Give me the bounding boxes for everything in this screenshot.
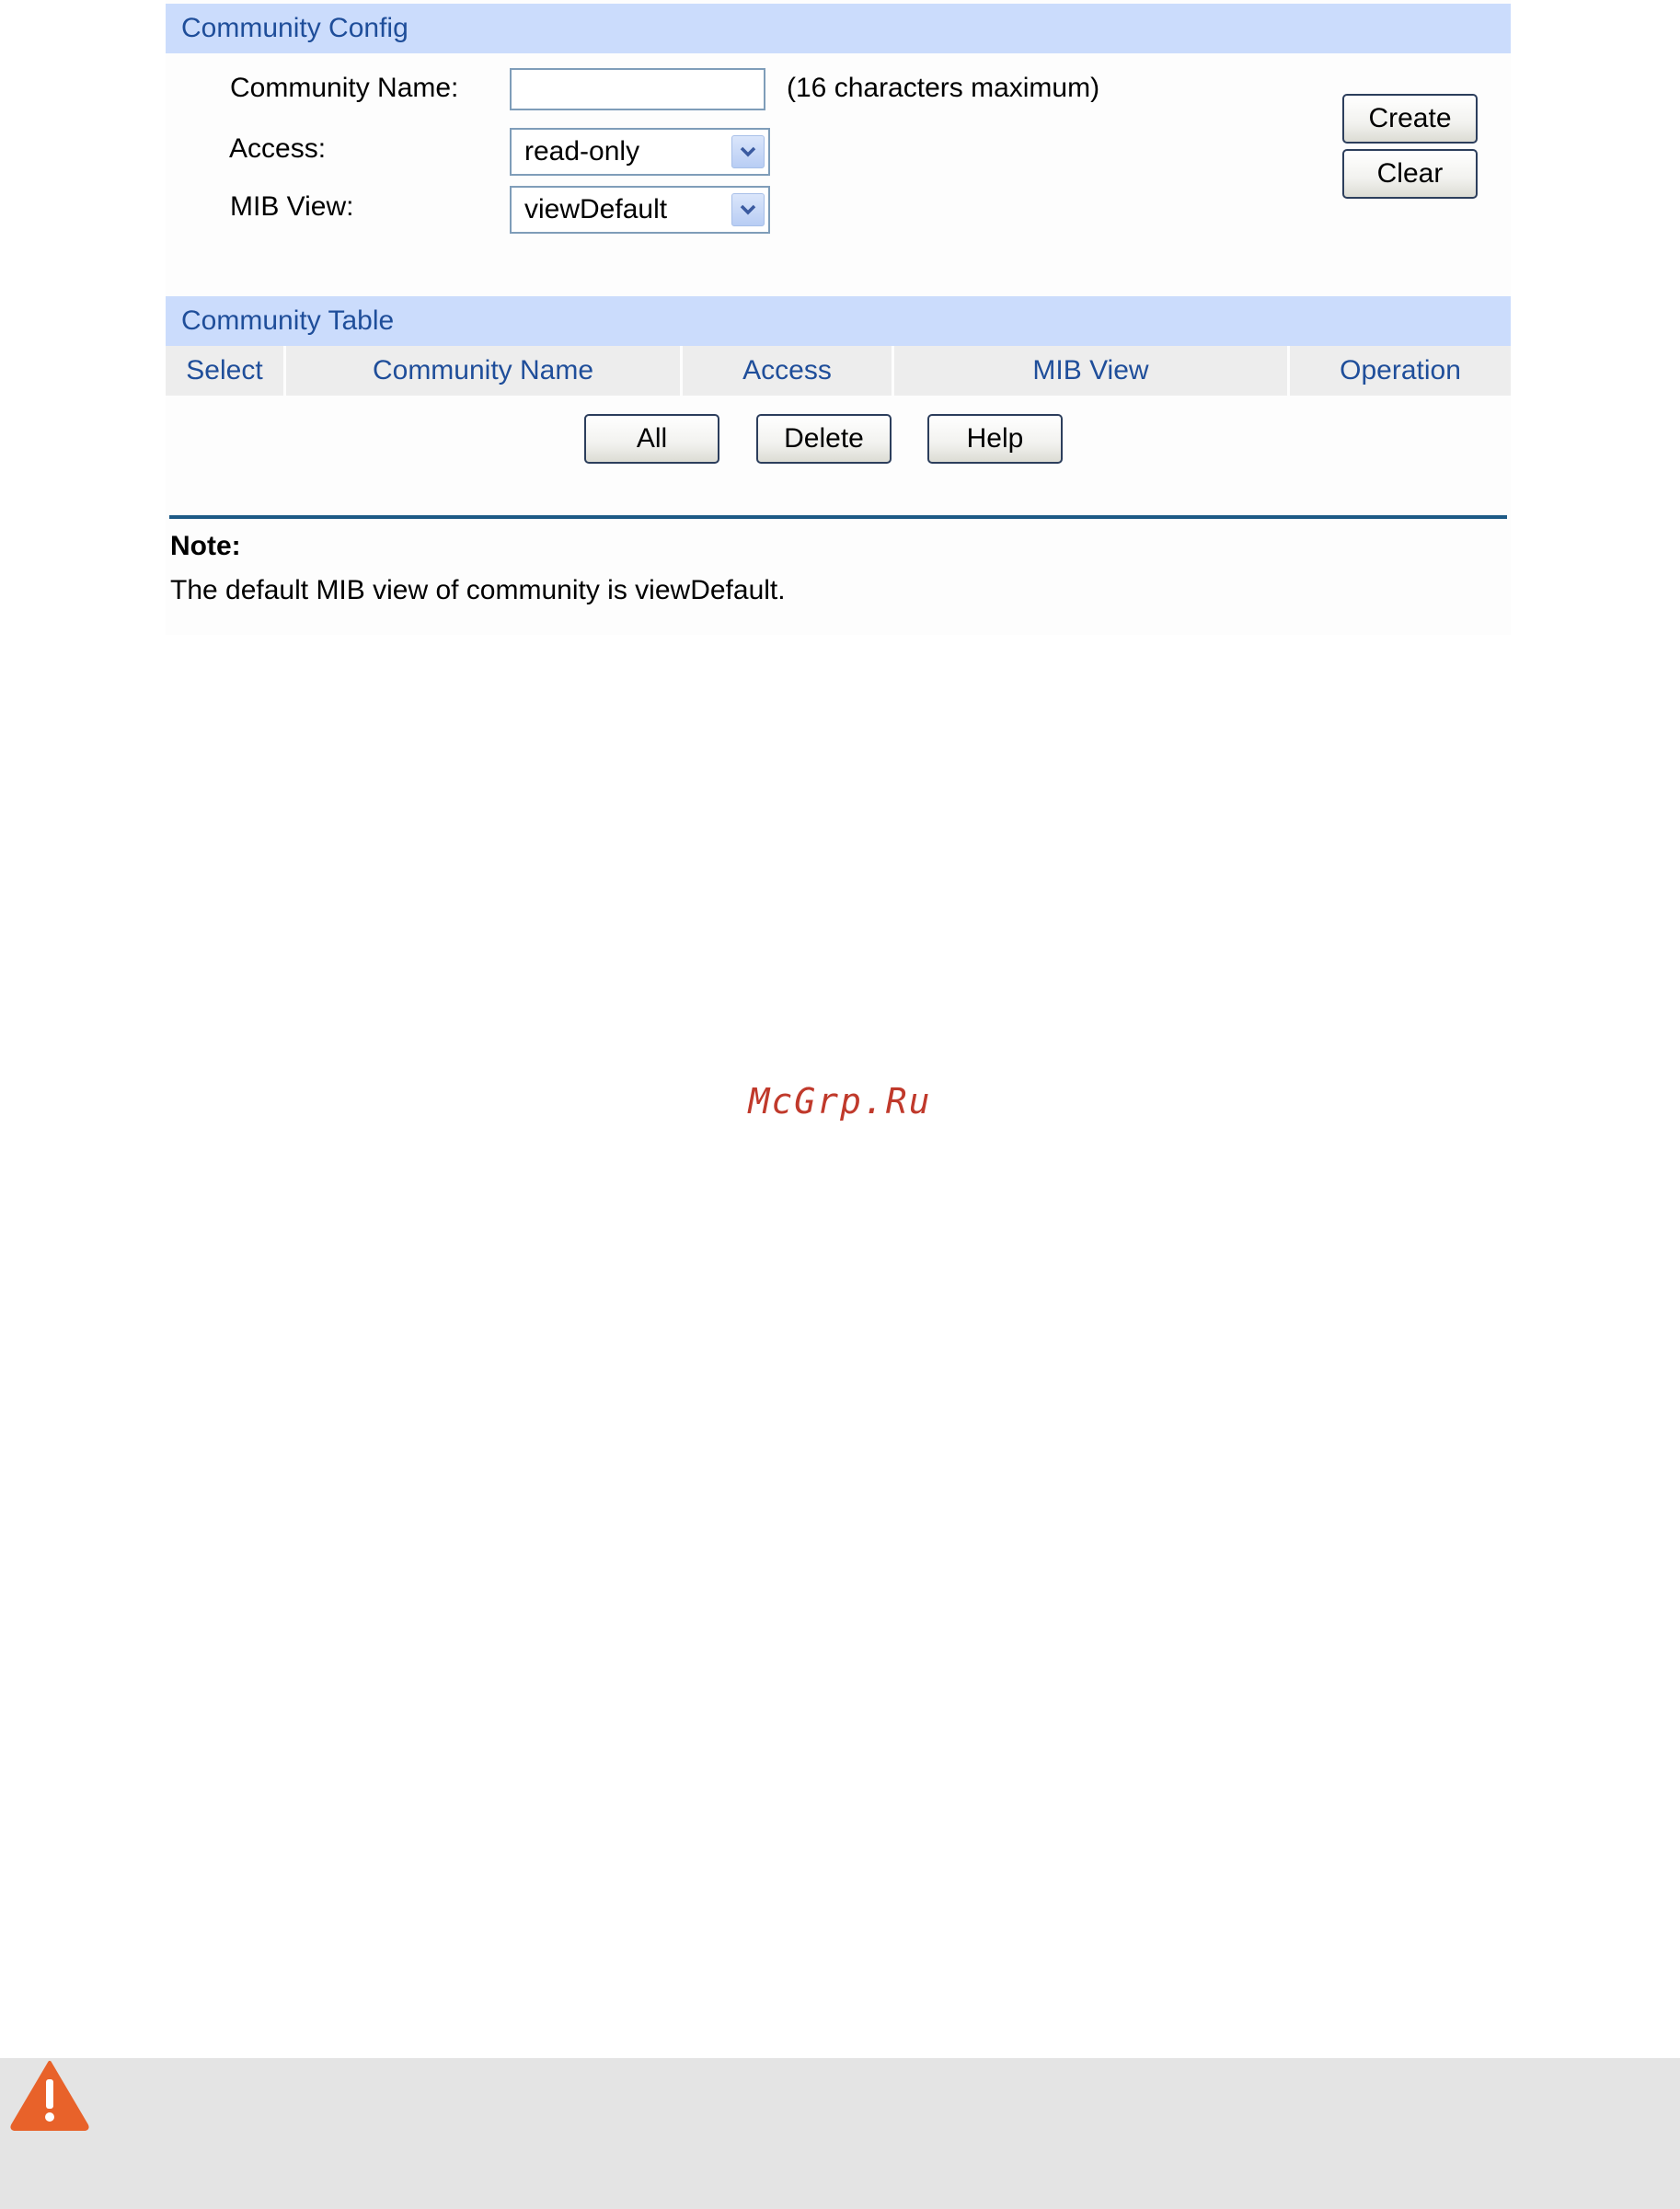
- access-select-value: read-only: [524, 136, 640, 167]
- column-header-mib-view: MIB View: [894, 346, 1287, 396]
- community-config-header: Community Config: [166, 4, 1511, 53]
- warning-bar: [0, 2058, 1680, 2209]
- mib-view-select-value: viewDefault: [524, 194, 668, 224]
- community-table-header: Community Table: [166, 296, 1511, 346]
- chevron-down-icon[interactable]: [731, 193, 765, 226]
- column-header-community-name: Community Name: [286, 346, 680, 396]
- mib-view-label: MIB View:: [230, 191, 354, 222]
- column-header-access: Access: [683, 346, 892, 396]
- warning-triangle-icon: [10, 2061, 89, 2131]
- clear-button[interactable]: Clear: [1342, 149, 1478, 199]
- column-header-select: Select: [166, 346, 283, 396]
- divider: [169, 515, 1507, 519]
- watermark: McGrp.Ru: [748, 1081, 932, 1122]
- community-name-input[interactable]: [510, 68, 765, 110]
- access-select[interactable]: read-only: [510, 128, 770, 176]
- note-title: Note:: [170, 531, 241, 561]
- community-name-label: Community Name:: [230, 73, 459, 103]
- create-button[interactable]: Create: [1342, 94, 1478, 144]
- community-name-hint: (16 characters maximum): [787, 73, 1100, 103]
- chevron-down-icon[interactable]: [731, 135, 765, 168]
- help-button[interactable]: Help: [927, 414, 1063, 464]
- delete-button[interactable]: Delete: [756, 414, 892, 464]
- mib-view-select[interactable]: viewDefault: [510, 186, 770, 234]
- note-text: The default MIB view of community is vie…: [170, 575, 786, 605]
- select-all-button[interactable]: All: [584, 414, 719, 464]
- access-label: Access:: [229, 133, 327, 164]
- column-header-operation: Operation: [1290, 346, 1511, 396]
